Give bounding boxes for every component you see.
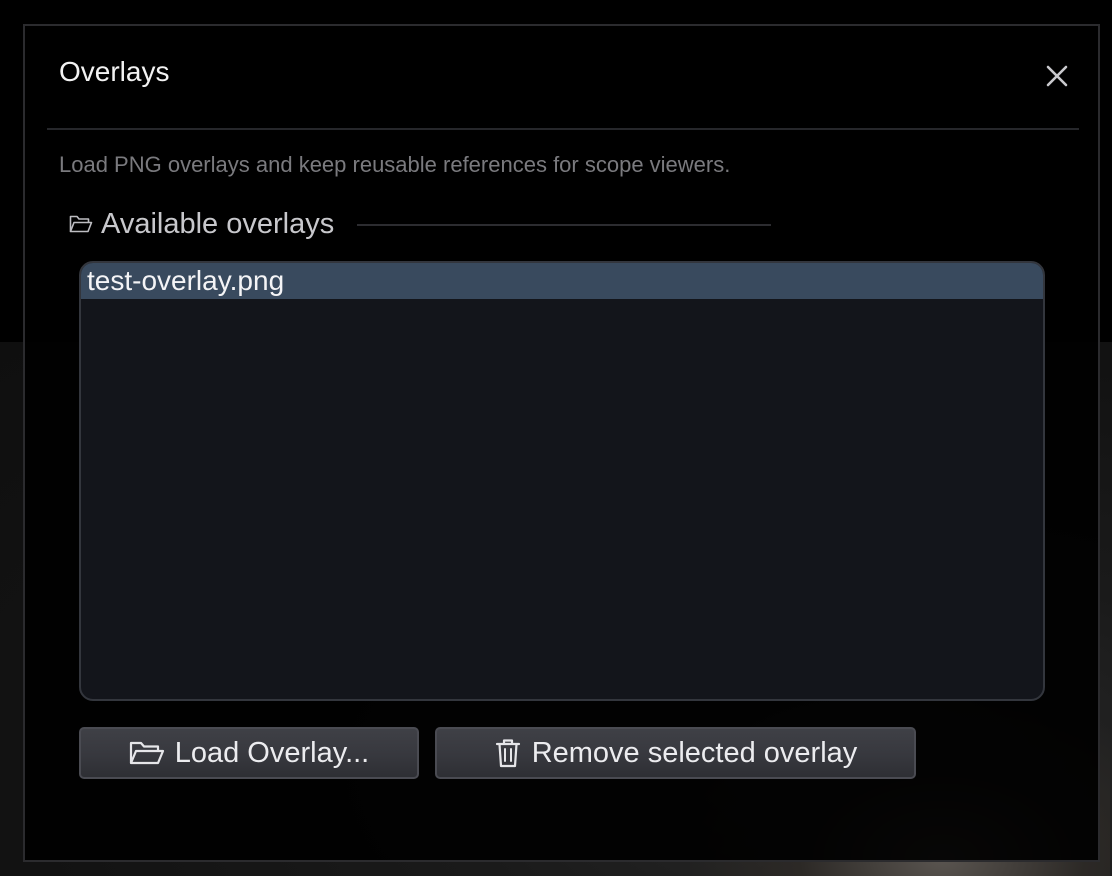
title-divider [47, 128, 1079, 130]
folder-open-icon [69, 214, 93, 234]
overlay-list[interactable]: test-overlay.png [79, 261, 1045, 701]
trash-icon [494, 737, 522, 769]
load-overlay-label: Load Overlay... [174, 736, 370, 769]
dialog-description: Load PNG overlays and keep reusable refe… [59, 152, 731, 177]
load-overlay-button[interactable]: Load Overlay... [79, 727, 419, 779]
dialog-title: Overlays [59, 56, 170, 87]
section-divider [357, 224, 771, 226]
overlays-dialog: Overlays Load PNG overlays and keep reus… [23, 24, 1100, 862]
available-overlays-header: Available overlays [69, 206, 334, 242]
remove-overlay-button[interactable]: Remove selected overlay [435, 727, 916, 779]
remove-overlay-label: Remove selected overlay [531, 736, 858, 769]
close-button[interactable] [1041, 60, 1073, 92]
close-icon [1045, 64, 1069, 88]
folder-open-icon [129, 740, 165, 766]
section-label: Available overlays [101, 207, 335, 240]
list-item[interactable]: test-overlay.png [81, 263, 1043, 299]
